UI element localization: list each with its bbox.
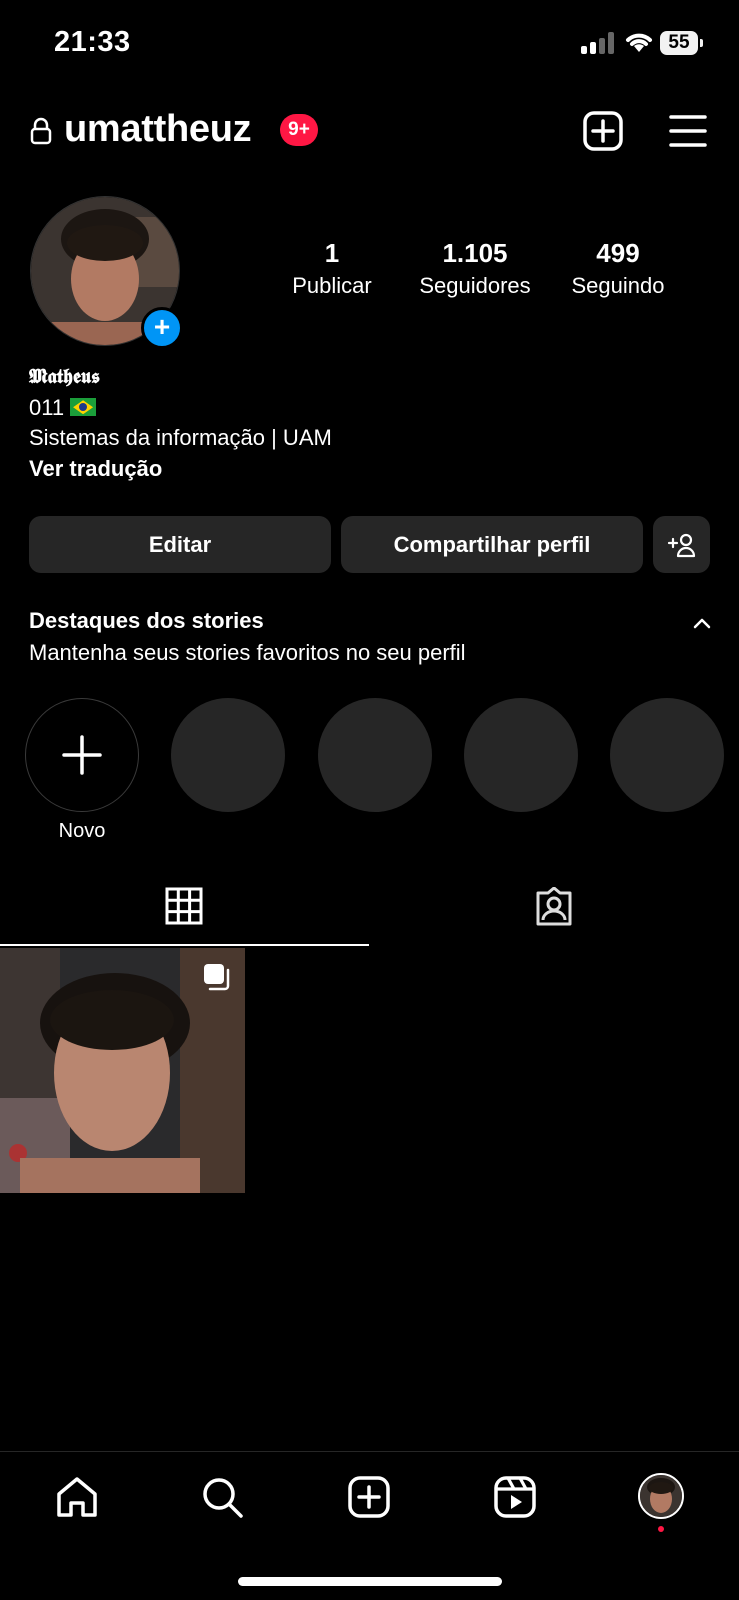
new-highlight-button[interactable]	[25, 698, 139, 812]
followers-count[interactable]: 1.105 Seguidores	[410, 238, 540, 299]
search-icon[interactable]	[201, 1476, 245, 1518]
new-highlight-label: Novo	[58, 820, 106, 842]
bio-area-code: 011	[29, 395, 65, 420]
notification-dot	[658, 1526, 664, 1532]
highlights-subtitle: Mantenha seus stories favoritos no seu p…	[29, 640, 466, 665]
highlight-placeholder	[610, 698, 724, 812]
posts-label: Publicar	[292, 273, 372, 298]
highlight-placeholder	[464, 698, 578, 812]
display-name: 𝕸𝖆𝖙𝖍𝖊𝖚𝖘	[29, 364, 100, 388]
discover-people-button[interactable]	[653, 516, 710, 573]
bio-line-2: Sistemas da informação | UAM	[29, 425, 332, 450]
following-count[interactable]: 499 Seguindo	[553, 238, 683, 299]
active-tab-indicator	[0, 944, 369, 946]
followers-value: 1.105	[442, 238, 508, 268]
bio-line-1: 011	[29, 395, 97, 421]
edit-profile-button[interactable]: Editar	[29, 516, 331, 573]
brazil-flag-icon	[70, 398, 97, 417]
notification-badge[interactable]: 9+	[280, 114, 318, 146]
chevron-up-icon[interactable]	[693, 617, 711, 629]
add-story-button[interactable]: +	[141, 307, 183, 349]
battery-tip	[700, 39, 703, 47]
grid-icon[interactable]	[165, 887, 203, 925]
wifi-icon	[626, 33, 652, 52]
add-post-icon[interactable]	[583, 111, 623, 151]
bottom-nav-divider	[0, 1451, 739, 1452]
following-label: Seguindo	[571, 273, 665, 298]
add-user-icon	[667, 533, 695, 558]
share-profile-button[interactable]: Compartilhar perfil	[341, 516, 643, 573]
home-indicator[interactable]	[238, 1577, 502, 1586]
battery-indicator: 55	[660, 31, 698, 55]
translate-link[interactable]: Ver tradução	[29, 456, 162, 482]
reels-icon[interactable]	[494, 1476, 536, 1518]
highlight-placeholder	[171, 698, 285, 812]
lock-icon	[30, 117, 52, 145]
home-icon[interactable]	[55, 1476, 99, 1518]
cellular-signal-icon	[581, 32, 617, 54]
status-time: 21:33	[54, 26, 131, 58]
profile-nav-avatar[interactable]	[638, 1473, 684, 1519]
following-value: 499	[596, 238, 640, 268]
profile-username[interactable]: umattheuz	[64, 108, 252, 151]
highlight-placeholder	[318, 698, 432, 812]
create-icon[interactable]	[348, 1476, 390, 1518]
tagged-icon[interactable]	[534, 887, 574, 927]
followers-label: Seguidores	[419, 273, 531, 298]
posts-value: 1	[324, 238, 340, 268]
menu-icon[interactable]	[669, 114, 707, 148]
multiple-photos-icon	[204, 964, 230, 991]
plus-icon	[62, 735, 102, 775]
posts-count[interactable]: 1 Publicar	[267, 238, 397, 299]
highlights-title: Destaques dos stories	[29, 608, 264, 633]
